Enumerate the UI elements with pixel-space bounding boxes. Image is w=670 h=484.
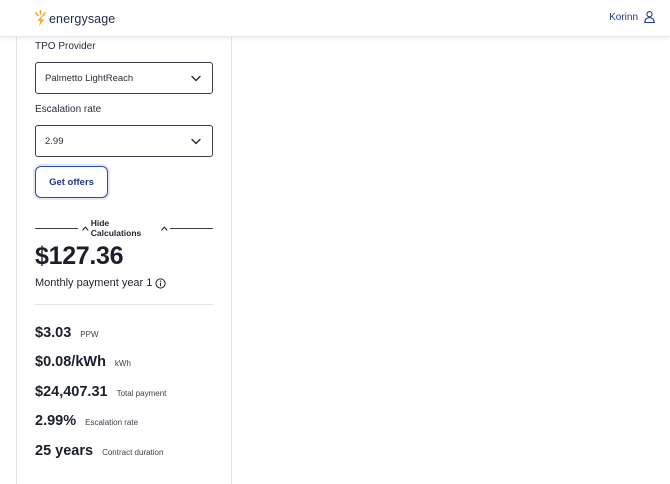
divider-line-right xyxy=(170,228,213,229)
metric-row-kwh: $0.08/kWh kWh xyxy=(35,354,131,370)
sun-icon xyxy=(35,10,46,27)
metric-row-total-payment: $24,407.31 Total payment xyxy=(35,384,166,400)
monthly-payment-label: Monthly payment year 1 xyxy=(35,277,153,289)
hide-calculations-label: Hide Calculations xyxy=(90,218,142,238)
metric-label: kWh xyxy=(114,359,131,368)
metric-row-escalation-rate: 2.99% Escalation rate xyxy=(35,413,138,429)
metric-value: 2.99% xyxy=(35,413,77,429)
metric-label: Total payment xyxy=(116,389,167,398)
metric-value: $3.03 xyxy=(35,325,72,341)
chevron-down-icon xyxy=(191,138,201,145)
monthly-payment-row: Monthly payment year 1 xyxy=(35,277,166,289)
top-bar: energysage Korinn xyxy=(0,0,670,37)
user-name: Korinn xyxy=(609,11,638,23)
monthly-payment-amount: $127.36 xyxy=(35,242,124,270)
metric-value: 25 years xyxy=(35,443,94,459)
metric-value: $0.08/kWh xyxy=(35,354,106,370)
section-divider xyxy=(35,304,213,305)
get-offers-button[interactable]: Get offers xyxy=(35,166,108,198)
metric-label: Escalation rate xyxy=(85,418,139,427)
hide-calculations-toggle[interactable]: Hide Calculations xyxy=(80,218,170,238)
user-icon xyxy=(644,11,655,23)
brand-logo[interactable]: energysage xyxy=(35,10,115,27)
chevron-up-icon xyxy=(161,226,168,231)
chevron-down-icon xyxy=(191,75,201,82)
metric-label: PPW xyxy=(80,330,99,339)
metric-value: $24,407.31 xyxy=(35,384,108,400)
tpo-provider-select[interactable]: Palmetto LightReach xyxy=(35,62,213,94)
escalation-rate-label: Escalation rate xyxy=(35,104,102,115)
info-icon[interactable] xyxy=(155,277,166,289)
escalation-rate-value: 2.99 xyxy=(45,136,64,147)
brand-name: energysage xyxy=(49,11,116,26)
metric-label: Contract duration xyxy=(102,448,164,457)
chevron-up-icon xyxy=(82,226,89,231)
escalation-rate-select[interactable]: 2.99 xyxy=(35,125,213,157)
divider-line-left xyxy=(35,228,78,229)
metric-row-contract-duration: 25 years Contract duration xyxy=(35,443,163,459)
user-menu[interactable]: Korinn xyxy=(609,11,655,23)
tpo-provider-label: TPO Provider xyxy=(35,41,96,52)
metric-row-ppw: $3.03 PPW xyxy=(35,325,99,341)
tpo-provider-value: Palmetto LightReach xyxy=(45,73,134,84)
